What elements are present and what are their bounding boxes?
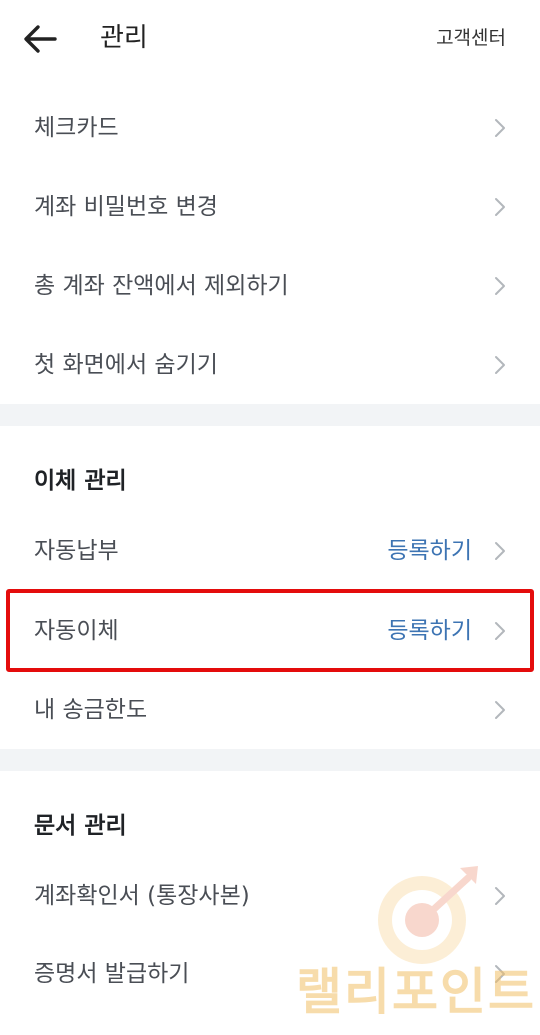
menu-item-label: 체크카드 (34, 115, 119, 141)
page-title: 관리 (100, 23, 148, 53)
top-app-bar: 관리 고객센터 (0, 0, 540, 78)
menu-item-label: 총 계좌 잔액에서 제외하기 (34, 273, 289, 299)
section-title-transfer: 이체 관리 (34, 468, 127, 494)
menu-item-label: 증명서 발급하기 (34, 961, 190, 987)
chevron-right-icon (495, 701, 505, 719)
highlight-box (6, 589, 534, 672)
chevron-right-icon (495, 119, 505, 137)
menu-item-hide-from-home[interactable]: 첫 화면에서 숨기기 (0, 325, 540, 405)
menu-item-label: 첫 화면에서 숨기기 (34, 352, 218, 378)
section-divider (0, 404, 540, 426)
register-link[interactable]: 등록하기 (387, 535, 472, 567)
menu-item-label: 계좌 비밀번호 변경 (34, 194, 218, 220)
menu-item-label: 계좌확인서 (통장사본) (34, 883, 250, 909)
menu-item-check-card[interactable]: 체크카드 (0, 88, 540, 168)
menu-item-label: 내 송금한도 (34, 697, 148, 723)
chevron-right-icon (495, 356, 505, 374)
section-title-documents: 문서 관리 (34, 813, 127, 839)
back-arrow-icon[interactable] (22, 22, 58, 56)
menu-item-change-password[interactable]: 계좌 비밀번호 변경 (0, 167, 540, 247)
section-divider (0, 749, 540, 771)
watermark-text: 랠리포인트 (296, 963, 536, 1021)
chevron-right-icon (495, 542, 505, 560)
menu-item-exclude-balance[interactable]: 총 계좌 잔액에서 제외하기 (0, 246, 540, 326)
chevron-right-icon (495, 277, 505, 295)
menu-item-label: 자동납부 (34, 538, 119, 564)
customer-center-link[interactable]: 고객센터 (436, 25, 506, 51)
menu-item-transfer-limit[interactable]: 내 송금한도 (0, 670, 540, 750)
menu-item-auto-payment[interactable]: 자동납부 등록하기 (0, 511, 540, 591)
chevron-right-icon (495, 198, 505, 216)
